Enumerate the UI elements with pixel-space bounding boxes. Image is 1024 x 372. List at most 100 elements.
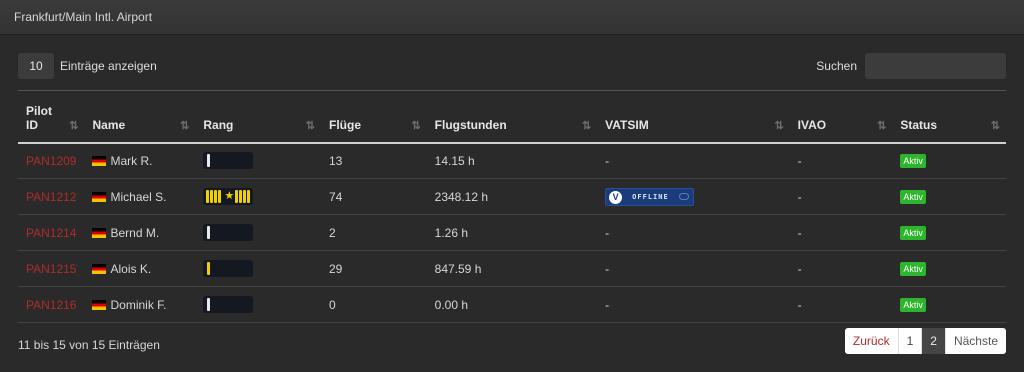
sort-icon: ⇅ [581, 119, 591, 132]
table-cell: - [789, 250, 893, 287]
search-input[interactable] [865, 53, 1006, 79]
pilot-name: Michael S. [110, 189, 167, 204]
rank-insignia-icon [203, 152, 254, 170]
table-cell: 2 [321, 214, 427, 251]
table-cell: 74 [321, 178, 427, 215]
status-badge: Aktiv [900, 226, 926, 240]
flights-count: 0 [329, 297, 336, 312]
rank-insignia-icon [203, 260, 254, 277]
col-rank[interactable]: Rang ⇅ [195, 90, 321, 144]
flight-hours: 2348.12 h [434, 189, 489, 204]
rank-insignia-icon [203, 296, 254, 313]
ivao-value: - [797, 261, 802, 276]
table-cell: - [597, 214, 790, 251]
germany-flag-icon [92, 227, 107, 238]
table-cell: Aktiv [892, 178, 1006, 215]
page-length-control: 10 Einträge anzeigen [18, 53, 157, 79]
col-vatsim[interactable]: VATSIM ⇅ [597, 90, 790, 144]
flight-hours: 1.26 h [434, 225, 469, 240]
col-ivao[interactable]: IVAO ⇅ [789, 90, 893, 144]
pagination-next-button[interactable]: Nächste [944, 328, 1006, 354]
table-cell: ★ [195, 178, 321, 215]
pagination: Zurück 1 2 Nächste [844, 328, 1006, 354]
pagination-page-2[interactable]: 2 [921, 328, 945, 354]
table-cell: - [789, 286, 893, 323]
search-control: Suchen [816, 53, 1006, 79]
pilot-name: Bernd M. [110, 225, 160, 240]
status-badge: Aktiv [900, 262, 926, 276]
col-vatsim-label: VATSIM [605, 117, 649, 132]
status-badge: Aktiv [900, 298, 926, 312]
airport-card: Frankfurt/Main Intl. Airport 10 Einträge… [0, 0, 1024, 372]
table-row: PAN1212 Michael S. ★ 74 2348.12 h V OFFLINE - Ak… [18, 178, 1006, 215]
germany-flag-icon [92, 155, 107, 166]
col-flights-label: Flüge [329, 117, 361, 132]
table-cell: 1.26 h [426, 214, 598, 251]
search-label: Suchen [816, 59, 857, 73]
flights-count: 29 [329, 261, 343, 276]
vatsim-value: - [605, 261, 610, 276]
col-ivao-label: IVAO [797, 117, 827, 132]
table-row: PAN1209 Mark R. 13 14.15 h - - Aktiv [18, 142, 1006, 179]
col-pilot-id[interactable]: Pilot ID ⇅ [18, 90, 85, 144]
table-cell [195, 286, 321, 323]
pilot-name: Alois K. [110, 261, 152, 276]
pilots-table: Pilot ID ⇅ Name ⇅ Rang ⇅ Flüge ⇅ Flugstunde… [18, 90, 1006, 323]
col-pilot-id-line2: ID [26, 117, 38, 132]
flights-count: 13 [329, 153, 343, 168]
table-cell: 0 [321, 286, 427, 323]
table-cell: Michael S. [84, 178, 196, 215]
vatsim-value: - [605, 153, 610, 168]
vatsim-logo-icon: V [609, 190, 623, 204]
table-cell: - [597, 142, 790, 179]
pilot-id-link[interactable]: PAN1216 [26, 298, 76, 312]
sort-icon: ⇅ [774, 119, 783, 132]
pagination-prev-button[interactable]: Zurück [845, 328, 898, 354]
table-cell: PAN1216 [18, 286, 85, 323]
sort-icon: ⇅ [180, 119, 189, 132]
pilot-name: Dominik F. [110, 297, 167, 312]
germany-flag-icon [92, 191, 107, 202]
table-cell: 13 [321, 142, 427, 179]
table-cell: PAN1214 [18, 214, 85, 251]
germany-flag-icon [92, 299, 107, 310]
col-status[interactable]: Status ⇅ [892, 90, 1006, 144]
sort-icon: ⇅ [877, 119, 886, 132]
table-cell: Bernd M. [84, 214, 196, 251]
pagination-page-1[interactable]: 1 [897, 328, 922, 354]
table-info: 11 bis 15 von 15 Einträgen [18, 338, 160, 352]
table-cell: Mark R. [84, 142, 196, 179]
table-cell: Alois K. [84, 250, 196, 287]
pilot-id-link[interactable]: PAN1214 [26, 226, 76, 240]
ivao-value: - [797, 153, 802, 168]
col-name[interactable]: Name ⇅ [84, 90, 196, 144]
pilot-id-link[interactable]: PAN1215 [26, 262, 76, 276]
vatsim-status-text: OFFLINE [632, 192, 669, 201]
pilot-id-link[interactable]: PAN1212 [26, 190, 76, 204]
table-header-row: Pilot ID ⇅ Name ⇅ Rang ⇅ Flüge ⇅ Flugstunde… [18, 90, 1006, 144]
vatsim-value: - [605, 225, 610, 240]
flight-hours: 0.00 h [434, 297, 469, 312]
col-hours[interactable]: Flugstunden ⇅ [426, 90, 598, 144]
table-cell: 14.15 h [426, 142, 598, 179]
page-length-select[interactable]: 10 [18, 53, 54, 79]
col-flights[interactable]: Flüge ⇅ [321, 90, 427, 144]
vatsim-status-banner[interactable]: V OFFLINE [605, 187, 695, 206]
table-cell: Aktiv [892, 286, 1006, 323]
table-cell: PAN1209 [18, 142, 85, 179]
table-cell: 29 [321, 250, 427, 287]
cloud-icon [679, 192, 690, 200]
table-cell: V OFFLINE [597, 178, 790, 215]
pilot-id-link[interactable]: PAN1209 [26, 154, 76, 168]
table-cell: 847.59 h [426, 250, 598, 287]
col-status-label: Status [900, 117, 937, 132]
table-cell: PAN1215 [18, 250, 85, 287]
flights-count: 74 [329, 189, 343, 204]
col-pilot-id-line1: Pilot [26, 103, 52, 118]
sort-icon: ⇅ [305, 119, 315, 132]
table-cell: - [789, 178, 893, 215]
table-cell: - [597, 250, 790, 287]
sort-icon: ⇅ [990, 119, 1000, 132]
table-cell: 2348.12 h [426, 178, 598, 215]
col-name-label: Name [92, 117, 126, 132]
